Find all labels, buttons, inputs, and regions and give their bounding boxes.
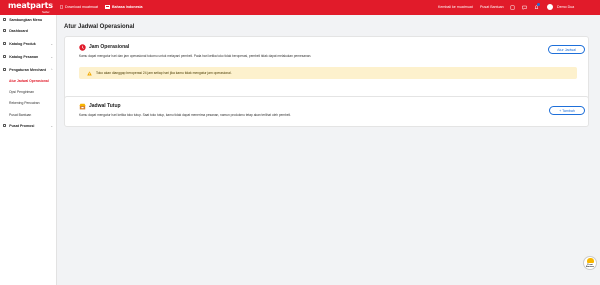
- megaphone-icon: [3, 123, 7, 128]
- help-center-floating-button[interactable]: Pusat Bantuan: [583, 256, 597, 270]
- indonesia-flag-icon: [105, 5, 110, 9]
- logo-text: meatparts: [8, 1, 53, 10]
- top-navigation-bar: meatparts Seller Download muatmuat Bahas…: [0, 0, 600, 15]
- card-description: Kamu dapat mengatur hari dan jam operasi…: [79, 54, 312, 58]
- warning-notice: Toko akan dianggap beroperasi 24 jam set…: [79, 67, 577, 79]
- receipt-icon: [3, 54, 7, 59]
- chevron-up-icon: ⌃: [50, 67, 53, 72]
- sidebar-item-sambungkan-menu[interactable]: Sambungkan Menu: [0, 15, 57, 24]
- gear-icon: [3, 67, 7, 72]
- sidebar-item-katalog-pesanan[interactable]: Katalog Pesanan ⌄: [0, 52, 57, 61]
- language-selector[interactable]: Bahasa Indonesia: [105, 5, 143, 9]
- sidebar-item-pusat-promosi[interactable]: Pusat Promosi ⌄: [0, 121, 57, 130]
- sidebar-item-label: Pusat Promosi: [9, 123, 35, 128]
- sidebar-item-katalog-produk[interactable]: Katalog Produk ⌄: [0, 39, 57, 48]
- brand-logo[interactable]: meatparts Seller: [8, 1, 56, 15]
- warning-icon: [87, 70, 92, 75]
- sidebar-item-label: Sambungkan Menu: [9, 17, 43, 22]
- language-label: Bahasa Indonesia: [112, 5, 143, 9]
- card-title: Jam Operasional: [89, 44, 130, 50]
- mascot-icon: [586, 258, 594, 264]
- tambah-button[interactable]: + Tambah: [549, 106, 585, 115]
- sidebar: Sambungkan Menu Dashboard Katalog Produk…: [0, 15, 57, 285]
- page-title: Atur Jadwal Operasional: [64, 24, 135, 30]
- sidebar-subitem-opsi-pengiriman[interactable]: Opsi Pengiriman: [9, 90, 34, 94]
- download-label: Download muatmuat: [65, 5, 98, 9]
- sidebar-subitem-atur-jadwal[interactable]: Atur Jadwal Operasional: [9, 79, 49, 83]
- user-name[interactable]: Demo Dua: [557, 5, 574, 9]
- sidebar-item-dashboard[interactable]: Dashboard: [0, 26, 57, 35]
- clock-icon: [79, 44, 86, 51]
- store-closed-icon: [79, 103, 86, 110]
- atur-jadwal-button[interactable]: Atur Jadwal: [548, 45, 585, 54]
- back-to-muatmuat-link[interactable]: Kembali ke muatmuat: [438, 5, 473, 9]
- logo-subtitle: Seller: [42, 10, 50, 14]
- notice-text: Toko akan dianggap beroperasi 24 jam set…: [96, 71, 232, 75]
- phone-icon: [60, 5, 63, 9]
- menu-icon: [3, 17, 7, 22]
- card-description: Kamu dapat mengatur hari ketika toko tut…: [79, 113, 291, 117]
- chevron-down-icon: ⌄: [50, 54, 53, 59]
- box-icon: [3, 41, 7, 46]
- sidebar-item-pengaturan-merchant[interactable]: Pengaturan Merchant ⌃: [0, 65, 57, 74]
- card-title: Jadwal Tutup: [89, 103, 121, 109]
- closing-schedule-card: Jadwal Tutup Kamu dapat mengatur hari ke…: [64, 96, 589, 127]
- sidebar-item-label: Katalog Produk: [9, 41, 36, 46]
- dashboard-icon: [3, 28, 7, 33]
- help-label: Pusat Bantuan: [586, 263, 594, 268]
- chevron-down-icon: ⌄: [50, 123, 53, 128]
- download-app-link[interactable]: Download muatmuat: [60, 5, 98, 9]
- clipboard-icon[interactable]: [509, 4, 515, 10]
- chat-icon[interactable]: [521, 4, 527, 10]
- help-center-link[interactable]: Pusat Bantuan: [480, 5, 504, 9]
- sidebar-subitem-pusat-bantuan[interactable]: Pusat Bantuan: [9, 113, 31, 117]
- notification-badge: [537, 3, 540, 6]
- operational-hours-card: Jam Operasional Kamu dapat mengatur hari…: [64, 36, 589, 104]
- avatar[interactable]: [547, 4, 553, 10]
- sidebar-item-label: Katalog Pesanan: [9, 54, 39, 59]
- sidebar-item-label: Pengaturan Merchant: [9, 67, 46, 72]
- chevron-down-icon: ⌄: [50, 41, 53, 46]
- sidebar-item-label: Dashboard: [9, 28, 28, 33]
- main-content: Atur Jadwal Operasional Jam Operasional …: [57, 15, 600, 285]
- sidebar-subitem-rekening-pencairan[interactable]: Rekening Pencairan: [9, 101, 40, 105]
